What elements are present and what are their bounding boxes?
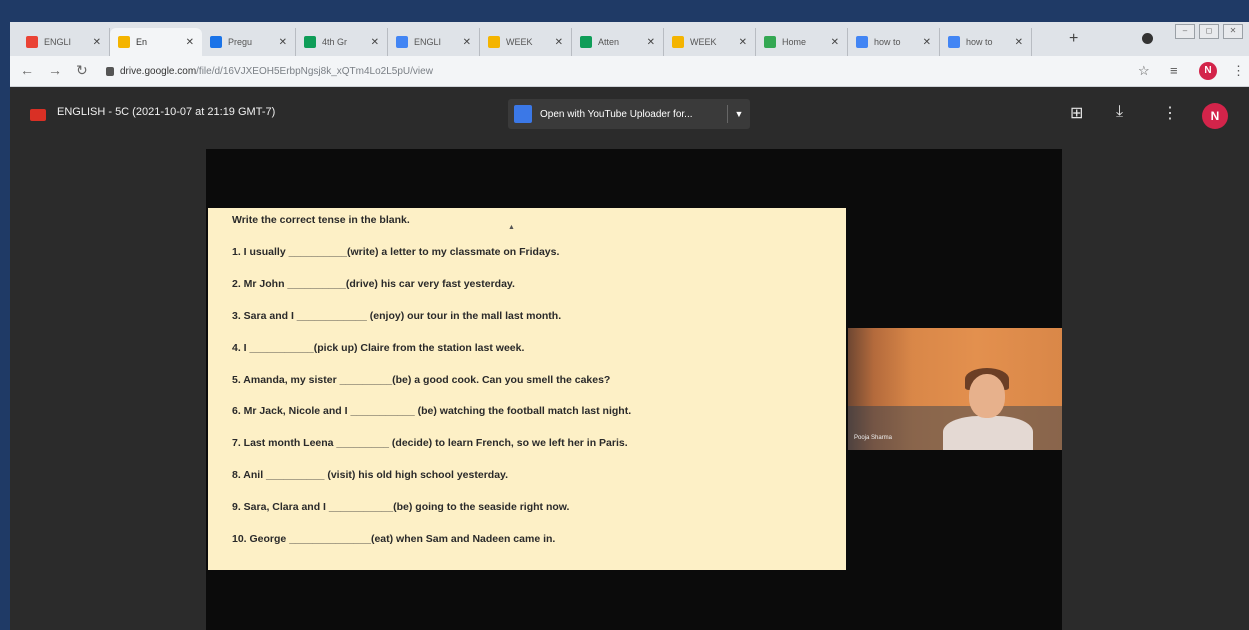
participant-name-label: Pooja Sharma [854, 435, 893, 441]
tab-close-icon[interactable]: ✕ [555, 37, 563, 48]
forward-button[interactable]: → [48, 62, 62, 78]
browser-tab[interactable]: WEEK ✕ [664, 28, 756, 56]
browser-tab[interactable]: WEEK ✕ [480, 28, 572, 56]
close-window-button[interactable]: ✕ [1223, 24, 1243, 39]
tab-label: En [136, 37, 148, 47]
slides-icon [488, 36, 500, 48]
worksheet-instruction: Write the correct tense in the blank. [232, 214, 410, 226]
drive-viewer-header: ENGLISH - 5C (2021-10-07 at 21:19 GMT-7)… [10, 87, 1249, 143]
browser-tab[interactable]: ENGLI ✕ [18, 28, 110, 56]
browser-tab[interactable]: how to ✕ [848, 28, 940, 56]
tab-label: ENGLI [414, 37, 442, 47]
google-icon [856, 36, 868, 48]
new-tab-button[interactable]: + [1069, 30, 1078, 48]
browser-tab[interactable]: Atten ✕ [572, 28, 664, 56]
tab-label: WEEK [506, 37, 533, 47]
tab-label: WEEK [690, 37, 717, 47]
browser-tab[interactable]: ENGLI ✕ [388, 28, 480, 56]
docs-icon [396, 36, 408, 48]
participant-figure-body [943, 416, 1033, 450]
tab-label: Atten [598, 37, 620, 47]
more-options-icon[interactable]: ⋮ [1162, 103, 1178, 123]
mouse-cursor-icon: ▲ [508, 224, 515, 231]
exercise-item: 4. I ___________(pick up) Claire from th… [232, 341, 525, 354]
url-host: drive.google.com [120, 65, 197, 77]
minimize-button[interactable]: – [1175, 24, 1195, 39]
participant-figure-head [969, 374, 1005, 418]
tab-label: 4th Gr [322, 37, 348, 47]
exercise-item: 7. Last month Leena _________ (decide) t… [232, 437, 628, 450]
video-file-icon [30, 109, 46, 121]
browser-menu-icon[interactable]: ⋮ [1232, 63, 1245, 79]
browser-tab[interactable]: Home ✕ [756, 28, 848, 56]
tab-close-icon[interactable]: ✕ [279, 37, 287, 48]
file-title: ENGLISH - 5C (2021-10-07 at 21:19 GMT-7) [57, 106, 276, 118]
exercise-item: 5. Amanda, my sister _________(be) a goo… [232, 373, 611, 386]
tab-label: Pregu [228, 37, 253, 47]
tab-close-icon[interactable]: ✕ [739, 37, 747, 48]
open-with-label: Open with YouTube Uploader for... [540, 108, 693, 120]
exercise-item: 1. I usually __________(write) a letter … [232, 246, 560, 258]
worksheet-slide: Write the correct tense in the blank. 1.… [208, 208, 846, 570]
account-avatar[interactable]: N [1202, 103, 1228, 129]
window-controls: – ◻ ✕ [1175, 24, 1243, 39]
browser-tab[interactable]: En ✕ [110, 28, 202, 56]
tab-label: how to [966, 37, 993, 47]
upload-app-icon [514, 105, 532, 123]
exercise-item: 3. Sara and I ____________ (enjoy) our t… [232, 309, 562, 322]
slides-icon [672, 36, 684, 48]
tab-close-icon[interactable]: ✕ [186, 37, 194, 48]
tab-label: ENGLI [44, 37, 72, 47]
bookmark-star-icon[interactable]: ☆ [1138, 63, 1150, 79]
tab-close-icon[interactable]: ✕ [463, 37, 471, 48]
browser-tab[interactable]: how to ✕ [940, 28, 1032, 56]
tab-close-icon[interactable]: ✕ [923, 37, 931, 48]
tab-label: Home [782, 37, 807, 47]
download-icon[interactable]: ⤓ [1116, 103, 1123, 121]
drive-icon [118, 36, 130, 48]
tab-close-icon[interactable]: ✕ [371, 37, 379, 48]
media-control-icon[interactable]: ≡ [1170, 63, 1178, 78]
open-with-button[interactable]: Open with YouTube Uploader for... ▼ [508, 99, 750, 129]
browser-window: ENGLI ✕ En ✕ Pregu ✕ 4th Gr ✕ ENGLI ✕ WEEK ✕ Atten ✕ W… [10, 22, 1249, 630]
forms-icon [210, 36, 222, 48]
add-comment-icon[interactable]: ⊞ [1070, 103, 1083, 123]
tab-close-icon[interactable]: ✕ [831, 37, 839, 48]
sheets-icon [580, 36, 592, 48]
back-button[interactable]: ← [20, 62, 34, 78]
reload-button[interactable]: ↻ [76, 62, 88, 79]
classroom-icon [764, 36, 776, 48]
exercise-item: 6. Mr Jack, Nicole and I ___________ (be… [232, 405, 632, 418]
tab-close-icon[interactable]: ✕ [1015, 37, 1023, 48]
tab-strip: ENGLI ✕ En ✕ Pregu ✕ 4th Gr ✕ ENGLI ✕ WEEK ✕ Atten ✕ W… [10, 22, 1249, 56]
tab-close-icon[interactable]: ✕ [93, 37, 101, 48]
browser-tab[interactable]: 4th Gr ✕ [296, 28, 388, 56]
exercise-item: 10. George ______________(eat) when Sam … [232, 533, 556, 546]
exercise-item: 2. Mr John __________(drive) his car ver… [232, 277, 515, 290]
google-icon [948, 36, 960, 48]
tab-label: how to [874, 37, 901, 47]
participant-video-tile: Pooja Sharma [848, 328, 1062, 450]
chevron-down-icon[interactable]: ▼ [728, 109, 750, 119]
exercise-item: 9. Sara, Clara and I ___________(be) goi… [232, 501, 570, 514]
browser-profile-avatar[interactable]: N [1199, 62, 1217, 80]
drive-icon [304, 36, 316, 48]
tab-close-icon[interactable]: ✕ [647, 37, 655, 48]
restore-button[interactable]: ◻ [1199, 24, 1219, 39]
browser-toolbar: ← → ↻ drive.google.com/file/d/16VJXEOH5E… [10, 56, 1249, 87]
tab-search-icon[interactable] [1142, 33, 1153, 44]
lock-icon [106, 66, 114, 76]
address-bar[interactable]: drive.google.com/file/d/16VJXEOH5ErbpNgs… [106, 61, 1126, 81]
exercise-list: 1. I usually __________(write) a letter … [232, 246, 631, 565]
url-path: /file/d/16VJXEOH5ErbpNgsj8k_xQTm4Lo2L5pU… [196, 65, 433, 77]
browser-tab[interactable]: Pregu ✕ [202, 28, 296, 56]
exercise-item: 8. Anil __________ (visit) his old high … [232, 469, 509, 482]
gmail-icon [26, 36, 38, 48]
